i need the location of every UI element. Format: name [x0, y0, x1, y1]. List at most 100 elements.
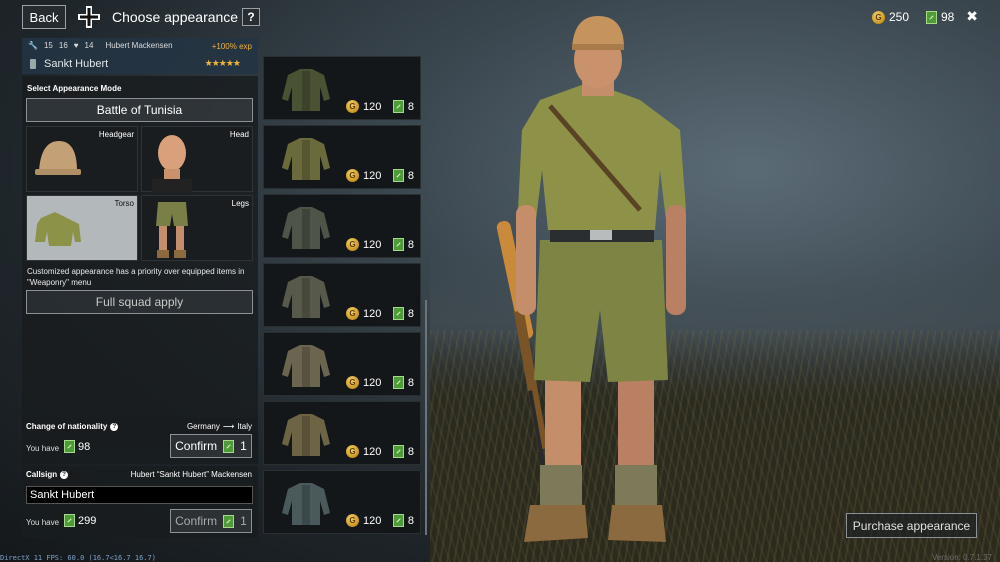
question-icon[interactable]: ? — [60, 470, 69, 479]
appearance-mode-select[interactable]: Battle of Tunisia — [26, 98, 253, 122]
ticket-value: 8 — [407, 169, 414, 182]
nationality-from: Germany — [186, 422, 220, 431]
ticket-icon — [223, 439, 235, 453]
soldier-stats: 🔧 15 16 ♥ 14 Hubert Mackensen — [28, 41, 173, 50]
confirm-label: Confirm — [175, 439, 218, 453]
ticket-icon — [392, 169, 404, 182]
silver-coin-icon: G — [346, 376, 359, 389]
stat-value: 16 — [58, 41, 68, 50]
price-value: 120 — [363, 100, 382, 113]
torso-item-card[interactable]: G 120 8 — [263, 332, 421, 396]
appearance-mode-label: Select Appearance Mode — [27, 84, 122, 93]
torso-item-card[interactable]: G 120 8 — [263, 401, 421, 465]
ticket-icon — [64, 440, 75, 453]
silver-coin-icon: G — [346, 100, 359, 113]
left-panel: 🔧 15 16 ♥ 14 Hubert Mackensen +100% exp … — [22, 38, 258, 538]
ticket-value: 8 — [407, 445, 414, 458]
callsign-tickets: 299 — [64, 514, 96, 527]
silver-coin-icon: G — [346, 307, 359, 320]
slot-legs[interactable]: Legs — [141, 195, 253, 261]
torso-item-card[interactable]: G 120 8 — [263, 470, 421, 534]
item-ticket-cost: 8 — [392, 238, 414, 251]
slot-headgear[interactable]: Headgear — [26, 126, 138, 192]
wrench-icon: 🔧 — [28, 41, 38, 50]
price-value: 120 — [363, 238, 382, 251]
ticket-icon — [392, 445, 404, 458]
arrow-right-icon: ⟶ — [222, 422, 235, 431]
item-ticket-cost: 8 — [392, 169, 414, 182]
callsign-title-text: Callsign — [26, 470, 58, 479]
nationality-title-text: Change of nationality — [26, 422, 108, 431]
exp-bonus: +100% exp — [211, 42, 252, 51]
item-price: G 120 — [346, 376, 381, 389]
uniform-icon — [282, 138, 330, 180]
ticket-icon — [223, 514, 235, 528]
iron-cross-icon — [78, 6, 100, 28]
uniform-icon — [282, 207, 330, 249]
callsign-input[interactable] — [26, 486, 253, 504]
nationality-change: Germany ⟶ Italy — [187, 422, 252, 431]
silver-balance: G 250 — [872, 10, 909, 24]
callsign-full-name: Hubert “Sankt Hubert” Mackensen — [130, 470, 252, 479]
torso-item-card[interactable]: G 120 8 — [263, 125, 421, 189]
nationality-to: Italy — [237, 422, 252, 431]
ticket-icon — [392, 100, 404, 113]
top-bar: Back Choose appearance ? G 250 98 ✖ — [0, 0, 1000, 36]
callsign-section: Callsign ? Hubert “Sankt Hubert” Mackens… — [22, 466, 258, 538]
confirm-nationality-button[interactable]: Confirm 1 — [170, 434, 252, 458]
ticket-icon — [392, 307, 404, 320]
stat-value: 14 — [84, 41, 94, 50]
soldier-callsign: Sankt Hubert — [44, 58, 109, 70]
version-label: Version: 0.7.1.37 — [931, 553, 992, 562]
slot-label: Headgear — [98, 130, 134, 139]
ticket-value: 8 — [407, 307, 414, 320]
silver-coin-icon: G — [346, 169, 359, 182]
ticket-value: 8 — [407, 376, 414, 389]
help-button[interactable]: ? — [242, 8, 260, 26]
nationality-tickets: 98 — [64, 440, 90, 453]
ticket-value: 8 — [407, 514, 414, 527]
question-icon[interactable]: ? — [110, 422, 119, 431]
confirm-label: Confirm — [175, 514, 218, 528]
page-title: Choose appearance — [112, 9, 239, 25]
item-ticket-cost: 8 — [392, 445, 414, 458]
callsign-title: Callsign ? — [26, 470, 69, 479]
rank-icon — [30, 59, 36, 69]
ticket-icon — [392, 514, 404, 527]
item-price: G 120 — [346, 307, 381, 320]
slot-torso[interactable]: Torso — [26, 195, 138, 261]
torso-item-card[interactable]: G 120 8 — [263, 56, 421, 120]
slot-head[interactable]: Head — [141, 126, 253, 193]
slot-label: Torso — [114, 199, 134, 208]
purchase-appearance-button[interactable]: Purchase appearance — [846, 513, 977, 538]
torso-items-list: G 120 8 G 120 8 G 120 8 G 120 8 G 120 8 G 120 8 G 120 8 — [263, 38, 423, 538]
close-button[interactable]: ✖ — [966, 8, 978, 25]
confirm-callsign-button[interactable]: Confirm 1 — [170, 509, 252, 533]
scrollbar[interactable] — [425, 300, 427, 535]
item-price: G 120 — [346, 100, 381, 113]
rating-stars: ★★★★★ — [204, 58, 241, 68]
price-value: 120 — [363, 376, 382, 389]
torso-item-card[interactable]: G 120 8 — [263, 194, 421, 258]
ticket-icon — [926, 10, 937, 24]
ticket-icon — [392, 238, 404, 251]
ticket-value: 8 — [407, 238, 414, 251]
soldier-header: 🔧 15 16 ♥ 14 Hubert Mackensen +100% exp … — [22, 38, 258, 74]
torso-item-card[interactable]: G 120 8 — [263, 263, 421, 327]
silver-coin-icon: G — [346, 238, 359, 251]
price-value: 120 — [363, 307, 382, 320]
confirm-cost: 1 — [240, 514, 247, 528]
ticket-icon — [392, 376, 404, 389]
item-price: G 120 — [346, 514, 381, 527]
fps-counter: DirectX 11 FPS: 60.0 (16.7<16.7 16.7) — [0, 554, 156, 562]
ticket-value: 8 — [407, 100, 414, 113]
slot-label: Head — [229, 130, 249, 139]
back-button[interactable]: Back — [22, 5, 66, 29]
nationality-title: Change of nationality ? — [26, 422, 119, 431]
full-squad-apply-button[interactable]: Full squad apply — [26, 290, 253, 314]
you-have-label: You have — [26, 518, 60, 527]
heart-icon: ♥ — [73, 41, 79, 50]
soldier-full-name: Hubert Mackensen — [105, 41, 173, 50]
slot-label: Legs — [231, 199, 249, 208]
price-value: 120 — [363, 445, 382, 458]
